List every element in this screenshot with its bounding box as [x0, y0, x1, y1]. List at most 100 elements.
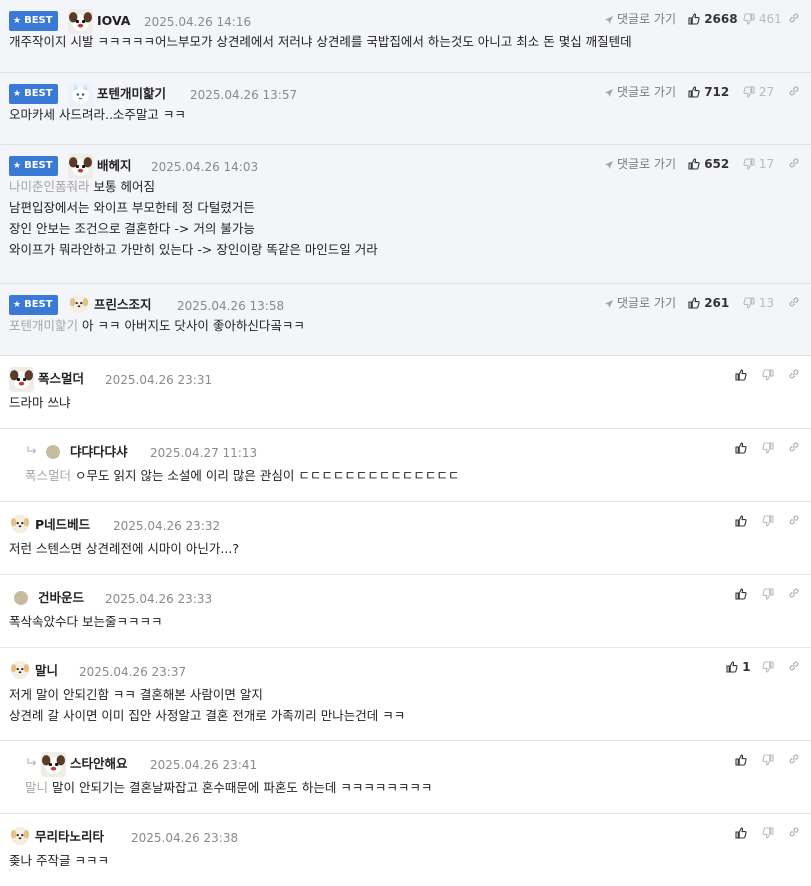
best-badge: ★ BEST	[9, 84, 58, 104]
avatar[interactable]	[41, 752, 66, 777]
best-badge: ★ BEST	[9, 156, 58, 176]
comment-meta: ★ BEST 프린스조지 2025.04.26 13:58 댓글로 가기 261 13	[0, 284, 811, 315]
upvote-button[interactable]: 261	[688, 295, 729, 311]
downvote-button[interactable]	[762, 825, 774, 841]
link-icon[interactable]	[788, 586, 800, 602]
comment-meta: ★ BEST 포텐개미핥기 2025.04.26 13:57 댓글로 가기 712 27	[0, 73, 811, 107]
author-nickname[interactable]: 말니	[35, 663, 58, 679]
thumb-up-icon	[688, 157, 700, 171]
mention[interactable]: 폭스멀더	[25, 468, 71, 483]
mention[interactable]: 포텐개미핥기	[9, 318, 78, 333]
link-icon[interactable]	[788, 659, 800, 675]
avatar[interactable]	[9, 367, 34, 392]
mention[interactable]: 나미춘인폼줘라	[9, 179, 90, 194]
comment-line: 저게 말이 안되긴함 ㅋㅋ 결혼해본 사람이면 알지	[9, 684, 799, 705]
downvote-button[interactable]	[762, 367, 774, 383]
downvote-button[interactable]	[762, 440, 774, 456]
avatar[interactable]	[9, 513, 31, 535]
comment-date: 2025.04.26 13:57	[190, 88, 298, 102]
link-icon[interactable]	[788, 295, 800, 311]
thumb-down-icon	[762, 368, 774, 382]
link-icon[interactable]	[788, 825, 800, 841]
comment-body: 나미춘인폼줘라 보통 헤어짐 남편입장에서는 와이프 부모한테 정 다털렸거든 장인 …	[9, 176, 799, 260]
comment-line: 드라마 쓰냐	[9, 392, 799, 413]
comment: 폭스멀더 2025.04.26 23:31 드라마 쓰냐	[0, 356, 811, 429]
goto-comment-link[interactable]: 댓글로 가기	[604, 156, 676, 174]
comment-text: 폭삭속았수다 보는줄ㅋㅋㅋㅋ	[9, 614, 163, 629]
author-nickname[interactable]: 폭스멀더	[38, 371, 84, 387]
upvote-button[interactable]: 2668	[688, 11, 738, 27]
upvote-button[interactable]	[735, 586, 747, 602]
thumb-down-icon	[743, 157, 755, 171]
comment-line: 남편입장에서는 와이프 부모한테 정 다털렸거든	[9, 197, 799, 218]
comment-list: ★ BEST IOVA 2025.04.26 14:16 댓글로 가기 2668 461…	[0, 0, 811, 886]
thumb-up-icon	[735, 753, 747, 767]
author-nickname[interactable]: P네드베드	[35, 517, 90, 533]
send-arrow-icon	[604, 299, 614, 310]
goto-comment-link[interactable]: 댓글로 가기	[604, 11, 676, 29]
comment-line: 저런 스텐스면 상견례전에 시마이 아닌가...?	[9, 538, 799, 559]
avatar[interactable]	[9, 659, 31, 681]
mention[interactable]: 말니	[25, 780, 48, 795]
author-nickname[interactable]: 건바운드	[38, 590, 84, 606]
author-nickname[interactable]: IOVA	[97, 13, 130, 29]
author-nickname[interactable]: 스타안해요	[70, 756, 128, 772]
upvote-button[interactable]: 712	[688, 84, 729, 100]
comment: 무리타노리타 2025.04.26 23:38 좆나 주작글 ㅋㅋㅋ	[0, 814, 811, 886]
link-icon[interactable]	[788, 11, 800, 27]
downvote-button[interactable]: 13	[743, 295, 774, 311]
star-icon: ★	[13, 161, 22, 171]
upvote-button[interactable]	[735, 513, 747, 529]
comment-date: 2025.04.26 23:37	[79, 665, 187, 679]
goto-comment-link[interactable]: 댓글로 가기	[604, 84, 676, 102]
downvote-button[interactable]	[762, 659, 774, 675]
link-icon[interactable]	[788, 752, 800, 768]
upvote-button[interactable]	[735, 367, 747, 383]
comment-body: 포텐개미핥기 아 ㅋㅋ 아버지도 닷사이 좋아하신다곸ㅋㅋ	[9, 315, 799, 336]
link-icon[interactable]	[788, 84, 800, 100]
downvote-button[interactable]	[762, 752, 774, 768]
thumb-down-icon	[762, 441, 774, 455]
avatar[interactable]	[46, 445, 60, 459]
comment-text: 저런 스텐스면 상견례전에 시마이 아닌가...?	[9, 541, 239, 556]
send-arrow-icon	[604, 88, 614, 99]
author-nickname[interactable]: 배헤지	[97, 158, 132, 174]
link-icon[interactable]	[788, 513, 800, 529]
link-icon[interactable]	[788, 367, 800, 383]
downvote-button[interactable]: 27	[743, 84, 774, 100]
comment-text: 좆나 주작글 ㅋㅋㅋ	[9, 853, 109, 868]
link-icon[interactable]	[788, 156, 800, 172]
comment-date: 2025.04.26 14:03	[151, 160, 259, 174]
comment-meta: 말니 2025.04.26 23:37 1	[0, 648, 811, 681]
comment-line: 상견례 갈 사이면 이미 집안 사정알고 결혼 전개로 가족끼리 만나는건데 ㅋ…	[9, 705, 799, 726]
author-nickname[interactable]: 포텐개미핥기	[97, 86, 166, 102]
avatar[interactable]	[68, 293, 90, 315]
upvote-button[interactable]	[735, 752, 747, 768]
comment-line: 폭스멀더 ㅇ무도 읽지 않는 소설에 이리 많은 관심이 ㄷㄷㄷㄷㄷㄷㄷㄷㄷㄷㄷㄷ…	[25, 465, 799, 486]
downvote-button[interactable]: 17	[743, 156, 774, 172]
link-icon[interactable]	[788, 440, 800, 456]
reply-arrow-icon	[26, 756, 38, 772]
downvote-button[interactable]	[762, 513, 774, 529]
goto-comment-link[interactable]: 댓글로 가기	[604, 295, 676, 313]
thumb-up-icon	[735, 826, 747, 840]
upvote-button[interactable]	[735, 440, 747, 456]
author-nickname[interactable]: 무리타노리타	[35, 829, 104, 845]
comment-text: 아 ㅋㅋ 아버지도 닷사이 좋아하신다곸ㅋㅋ	[82, 318, 305, 333]
thumb-down-icon	[743, 12, 755, 26]
upvote-button[interactable]	[735, 825, 747, 841]
upvote-button[interactable]: 1	[726, 659, 751, 675]
downvote-button[interactable]: 461	[743, 11, 782, 27]
comment-body: 저런 스텐스면 상견례전에 시마이 아닌가...?	[9, 538, 799, 559]
downvote-button[interactable]	[762, 586, 774, 602]
reply-comment: 댜댜다댜샤 2025.04.27 11:13 폭스멀더 ㅇ무도 읽지 않는 소설에 …	[0, 429, 811, 502]
author-nickname[interactable]: 프린스조지	[94, 297, 152, 313]
send-arrow-icon	[604, 15, 614, 26]
avatar[interactable]	[14, 591, 28, 605]
avatar[interactable]	[9, 825, 31, 847]
best-comment: ★ BEST 배헤지 2025.04.26 14:03 댓글로 가기 652 17 나미춘…	[0, 145, 811, 284]
author-nickname[interactable]: 댜댜다댜샤	[70, 444, 128, 460]
thumb-down-icon	[762, 514, 774, 528]
comment-meta: 무리타노리타 2025.04.26 23:38	[0, 814, 811, 847]
upvote-button[interactable]: 652	[688, 156, 729, 172]
